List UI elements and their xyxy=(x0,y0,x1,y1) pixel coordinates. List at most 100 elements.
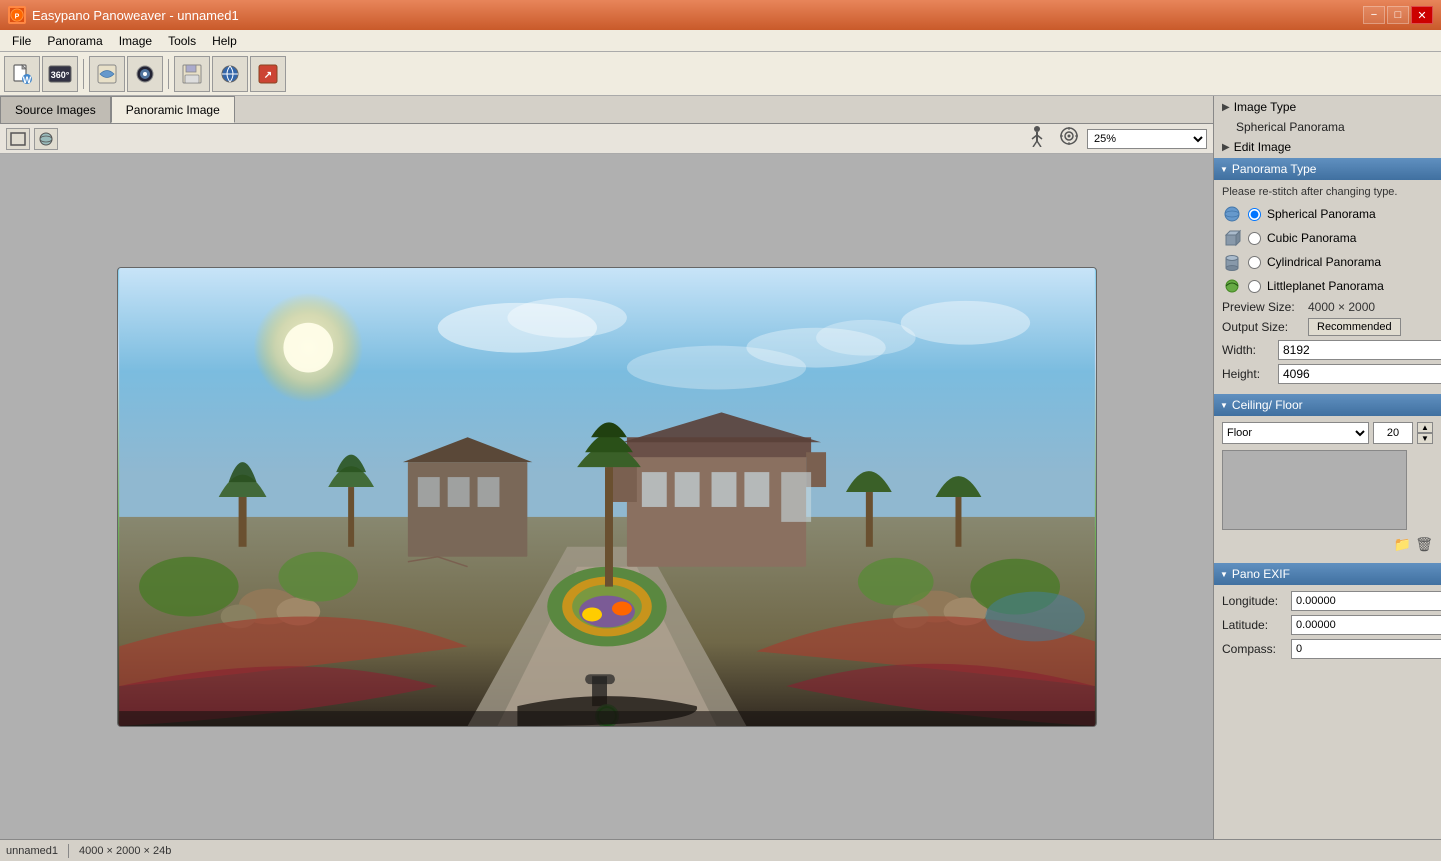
image-type-arrow: ▶ xyxy=(1222,102,1230,113)
canvas-sphere-tool[interactable] xyxy=(34,128,58,150)
toolbar-save-button[interactable] xyxy=(174,56,210,92)
toolbar-new-button[interactable]: W xyxy=(4,56,40,92)
status-bar: unnamed1 4000 × 2000 × 24b xyxy=(0,839,1441,861)
preview-size-value: 4000 × 2000 xyxy=(1308,300,1375,314)
status-separator xyxy=(68,844,69,858)
toolbar-separator-1 xyxy=(83,59,84,89)
ceiling-floor-label: Ceiling/ Floor xyxy=(1232,398,1303,412)
menu-help[interactable]: Help xyxy=(204,32,245,50)
panoramic-image xyxy=(117,267,1097,727)
app-title: Easypano Panoweaver - unnamed1 xyxy=(32,8,239,23)
panorama-type-triangle: ▼ xyxy=(1220,165,1228,174)
color-delete-button[interactable]: 🗑 xyxy=(1415,536,1433,553)
panorama-type-label: Panorama Type xyxy=(1232,162,1317,176)
menu-bar: File Panorama Image Tools Help xyxy=(0,30,1441,52)
color-actions: 📁 🗑 xyxy=(1222,536,1433,553)
pano-type-littleplanet[interactable]: Littleplanet Panorama xyxy=(1222,276,1433,296)
floor-spinner-down[interactable]: ▼ xyxy=(1417,433,1433,444)
right-panel: ▶ Image Type Spherical Panorama ▶ Edit I… xyxy=(1213,96,1441,839)
canvas-toolbar: 10% 15% 20% 25% 50% 75% 100% Fit xyxy=(0,124,1213,154)
longitude-input[interactable] xyxy=(1291,591,1441,611)
pano-exif-label: Pano EXIF xyxy=(1232,567,1290,581)
restore-button[interactable]: □ xyxy=(1387,6,1409,24)
title-bar: P Easypano Panoweaver - unnamed1 − □ ✕ xyxy=(0,0,1441,30)
close-button[interactable]: ✕ xyxy=(1411,6,1433,24)
compass-input[interactable] xyxy=(1291,639,1441,659)
image-type-section[interactable]: ▶ Image Type xyxy=(1214,96,1441,118)
toolbar-export-button[interactable]: ↗ xyxy=(250,56,286,92)
compass-row: Compass: 🔗 xyxy=(1222,639,1433,659)
color-import-button[interactable]: 📁 xyxy=(1394,536,1411,553)
floor-row: Floor Ceiling Both ▲ ▼ xyxy=(1222,422,1433,444)
menu-tools[interactable]: Tools xyxy=(160,32,204,50)
canvas-area: Source Images Panoramic Image xyxy=(0,96,1213,839)
cubic-radio[interactable] xyxy=(1248,232,1261,245)
menu-image[interactable]: Image xyxy=(111,32,160,50)
cylindrical-icon xyxy=(1222,252,1242,272)
cubic-label: Cubic Panorama xyxy=(1267,231,1356,245)
svg-text:W: W xyxy=(23,75,32,85)
image-canvas[interactable] xyxy=(0,154,1213,839)
person-icon xyxy=(1027,125,1047,152)
littleplanet-icon xyxy=(1222,276,1242,296)
cubic-icon xyxy=(1222,228,1242,248)
output-size-row: Output Size: Recommended xyxy=(1222,318,1433,336)
cylindrical-radio[interactable] xyxy=(1248,256,1261,269)
svg-text:P: P xyxy=(15,14,20,21)
tabs: Source Images Panoramic Image xyxy=(0,96,1213,124)
main-container: Source Images Panoramic Image xyxy=(0,96,1441,839)
cylindrical-label: Cylindrical Panorama xyxy=(1267,255,1381,269)
tab-panoramic-image[interactable]: Panoramic Image xyxy=(111,96,235,123)
pano-exif-header[interactable]: ▼ Pano EXIF xyxy=(1214,563,1441,585)
floor-number-input[interactable] xyxy=(1373,422,1413,444)
panorama-type-header[interactable]: ▼ Panorama Type xyxy=(1214,158,1441,180)
floor-spinner: ▲ ▼ xyxy=(1417,422,1433,444)
image-type-label: Image Type xyxy=(1234,100,1296,114)
image-type-value: Spherical Panorama xyxy=(1214,118,1441,136)
menu-file[interactable]: File xyxy=(4,32,39,50)
pano-type-cubic[interactable]: Cubic Panorama xyxy=(1222,228,1433,248)
toolbar-360-button[interactable]: 360° xyxy=(42,56,78,92)
longitude-row: Longitude: 🔗 xyxy=(1222,591,1433,611)
toolbar-web-button[interactable] xyxy=(212,56,248,92)
edit-image-section[interactable]: ▶ Edit Image xyxy=(1214,136,1441,158)
height-label: Height: xyxy=(1222,367,1272,381)
recommended-button[interactable]: Recommended xyxy=(1308,318,1401,336)
littleplanet-radio[interactable] xyxy=(1248,280,1261,293)
longitude-label: Longitude: xyxy=(1222,594,1287,608)
spherical-radio[interactable] xyxy=(1248,208,1261,221)
spherical-label: Spherical Panorama xyxy=(1267,207,1376,221)
target-icon[interactable] xyxy=(1059,126,1079,151)
preview-size-label: Preview Size: xyxy=(1222,300,1302,314)
window-controls: − □ ✕ xyxy=(1363,6,1433,24)
zoom-select[interactable]: 10% 15% 20% 25% 50% 75% 100% Fit xyxy=(1087,129,1207,149)
canvas-rect-tool[interactable] xyxy=(6,128,30,150)
tab-source-images[interactable]: Source Images xyxy=(0,96,111,123)
pano-type-spherical[interactable]: Spherical Panorama xyxy=(1222,204,1433,224)
ceiling-floor-header[interactable]: ▼ Ceiling/ Floor xyxy=(1214,394,1441,416)
ceiling-floor-triangle: ▼ xyxy=(1220,401,1228,410)
toolbar-preview-button[interactable] xyxy=(127,56,163,92)
compass-label: Compass: xyxy=(1222,642,1287,656)
floor-spinner-up[interactable]: ▲ xyxy=(1417,422,1433,433)
width-row: Width: xyxy=(1222,340,1433,360)
pano-type-cylindrical[interactable]: Cylindrical Panorama xyxy=(1222,252,1433,272)
width-input[interactable] xyxy=(1278,340,1441,360)
latitude-row: Latitude: xyxy=(1222,615,1433,635)
toolbar-separator-2 xyxy=(168,59,169,89)
toolbar-stitch-button[interactable] xyxy=(89,56,125,92)
edit-image-label: Edit Image xyxy=(1234,140,1291,154)
spherical-panorama-label: Spherical Panorama xyxy=(1236,120,1345,134)
status-dimensions: 4000 × 2000 × 24b xyxy=(79,845,171,857)
height-row: Height: xyxy=(1222,364,1433,384)
preview-size-row: Preview Size: 4000 × 2000 xyxy=(1222,300,1433,314)
floor-select[interactable]: Floor Ceiling Both xyxy=(1222,422,1369,444)
pano-exif-body: Longitude: 🔗 Latitude: Compass: 🔗 xyxy=(1214,585,1441,669)
pano-type-note: Please re-stitch after changing type. xyxy=(1222,186,1433,198)
height-input[interactable] xyxy=(1278,364,1441,384)
status-filename: unnamed1 xyxy=(6,845,58,857)
menu-panorama[interactable]: Panorama xyxy=(39,32,110,50)
svg-text:↗: ↗ xyxy=(264,70,272,81)
latitude-input[interactable] xyxy=(1291,615,1441,635)
minimize-button[interactable]: − xyxy=(1363,6,1385,24)
